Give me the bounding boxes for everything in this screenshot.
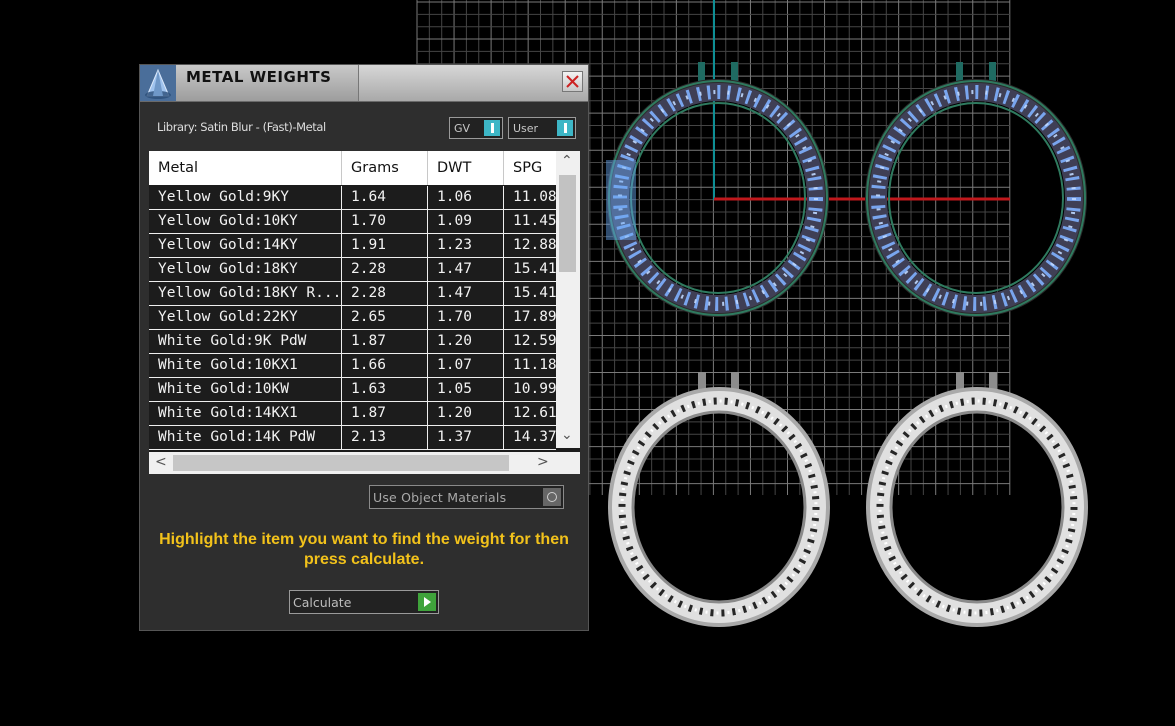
horizontal-scroll-thumb[interactable] [173,455,509,471]
cell-dwt: 1.23 [428,234,504,257]
cell-spg: 10.99 [513,381,556,397]
library-label: Library: Satin Blur - (Fast)-Metal [157,120,326,134]
cell-dwt: 1.47 [428,258,504,281]
dialog-title: METAL WEIGHTS [186,68,332,86]
app-logo-icon [140,65,176,101]
col-header-dwt[interactable]: DWT [428,151,504,185]
cell-dwt: 1.06 [428,186,504,209]
cell-spg: 11.18 [513,357,556,373]
cell-grams: 2.13 [342,426,428,449]
scroll-down-icon[interactable]: ⌄ [561,427,573,443]
cell-dwt: 1.05 [428,378,504,401]
metal-table[interactable]: Metal Grams DWT SPG Yellow Gold:9KY 1.64 1… [149,151,580,474]
use-object-materials-checkbox[interactable]: Use Object Materials [369,485,564,509]
toggle-icon [557,120,573,136]
cell-grams: 2.28 [342,258,428,281]
user-toggle[interactable]: User [508,117,576,139]
cell-dwt: 1.20 [428,402,504,425]
table-row[interactable]: White Gold:10KW 1.63 1.05 10.99 [149,378,556,402]
cell-metal: White Gold:14KX1 [149,402,342,425]
table-header: Metal Grams DWT SPG [149,151,556,185]
cell-grams: 1.87 [342,402,428,425]
calculate-label: Calculate [293,595,352,610]
table-row[interactable]: Yellow Gold:18KY R... 2.28 1.47 15.41 [149,282,556,306]
scroll-up-icon[interactable]: ⌃ [561,153,573,169]
cell-metal: Yellow Gold:14KY [149,234,342,257]
cell-dwt: 1.70 [428,306,504,329]
cell-grams: 1.66 [342,354,428,377]
cell-spg: 17.89 [513,309,556,325]
hint-text: Highlight the item you want to find the … [159,531,569,568]
table-row[interactable]: White Gold:10KX1 1.66 1.07 11.18 [149,354,556,378]
col-header-metal[interactable]: Metal [149,151,342,185]
cell-spg: 11.45 [513,213,556,229]
cell-grams: 2.65 [342,306,428,329]
cell-grams: 1.63 [342,378,428,401]
vertical-scroll-thumb[interactable] [559,175,576,272]
title-tab: METAL WEIGHTS [176,65,359,101]
cell-spg: 15.41 [513,261,556,277]
cell-grams: 1.64 [342,186,428,209]
col-header-grams[interactable]: Grams [342,151,428,185]
table-row[interactable]: Yellow Gold:14KY 1.91 1.23 12.88 [149,234,556,258]
table-row[interactable]: White Gold:14KX1 1.87 1.20 12.61 [149,402,556,426]
calculate-button[interactable]: Calculate [289,590,439,614]
cell-metal: Yellow Gold:22KY [149,306,342,329]
cell-dwt: 1.37 [428,426,504,449]
cell-metal: Yellow Gold:9KY [149,186,342,209]
use-object-materials-label: Use Object Materials [373,490,507,505]
table-row[interactable]: Yellow Gold:22KY 2.65 1.70 17.89 [149,306,556,330]
cell-grams: 1.70 [342,210,428,233]
cell-spg: 12.61 [513,405,556,421]
close-icon [566,75,579,88]
cell-metal: White Gold:10KW [149,378,342,401]
cell-dwt: 1.09 [428,210,504,233]
title-bar[interactable]: METAL WEIGHTS [140,65,588,102]
table-row[interactable]: White Gold:14K PdW 2.13 1.37 14.37 [149,426,556,450]
toggle-icon [484,120,500,136]
user-toggle-label: User [513,122,539,135]
cell-spg: 12.59 [513,333,556,349]
cell-metal: Yellow Gold:18KY R... [149,282,342,305]
col-header-spg[interactable]: SPG [504,151,556,185]
cell-dwt: 1.20 [428,330,504,353]
cell-metal: White Gold:9K PdW [149,330,342,353]
cell-spg: 11.08 [513,189,556,205]
cell-grams: 1.91 [342,234,428,257]
close-button[interactable] [562,71,583,92]
scroll-right-icon[interactable]: > [537,454,549,470]
cell-grams: 1.87 [342,330,428,353]
horizontal-scrollbar[interactable]: < > [149,452,580,474]
gv-toggle-label: GV [454,122,471,135]
radio-icon [543,488,561,506]
cell-dwt: 1.47 [428,282,504,305]
cell-spg: 14.37 [513,429,556,445]
table-row[interactable]: Yellow Gold:9KY 1.64 1.06 11.08 [149,186,556,210]
cell-spg: 12.88 [513,237,556,253]
cell-dwt: 1.07 [428,354,504,377]
vertical-scrollbar[interactable]: ⌃ ⌄ [556,151,580,448]
play-arrow-icon [418,593,436,611]
table-row[interactable]: Yellow Gold:18KY 2.28 1.47 15.41 [149,258,556,282]
cell-metal: Yellow Gold:10KY [149,210,342,233]
cell-spg: 15.41 [513,285,556,301]
cell-grams: 2.28 [342,282,428,305]
gv-toggle[interactable]: GV [449,117,503,139]
cell-metal: White Gold:14K PdW [149,426,342,449]
metal-weights-dialog: METAL WEIGHTS Library: Satin Blur - (Fas… [139,64,589,631]
table-row[interactable]: Yellow Gold:10KY 1.70 1.09 11.45 [149,210,556,234]
cell-metal: White Gold:10KX1 [149,354,342,377]
table-row[interactable]: White Gold:9K PdW 1.87 1.20 12.59 [149,330,556,354]
cell-metal: Yellow Gold:18KY [149,258,342,281]
scroll-left-icon[interactable]: < [155,454,167,470]
